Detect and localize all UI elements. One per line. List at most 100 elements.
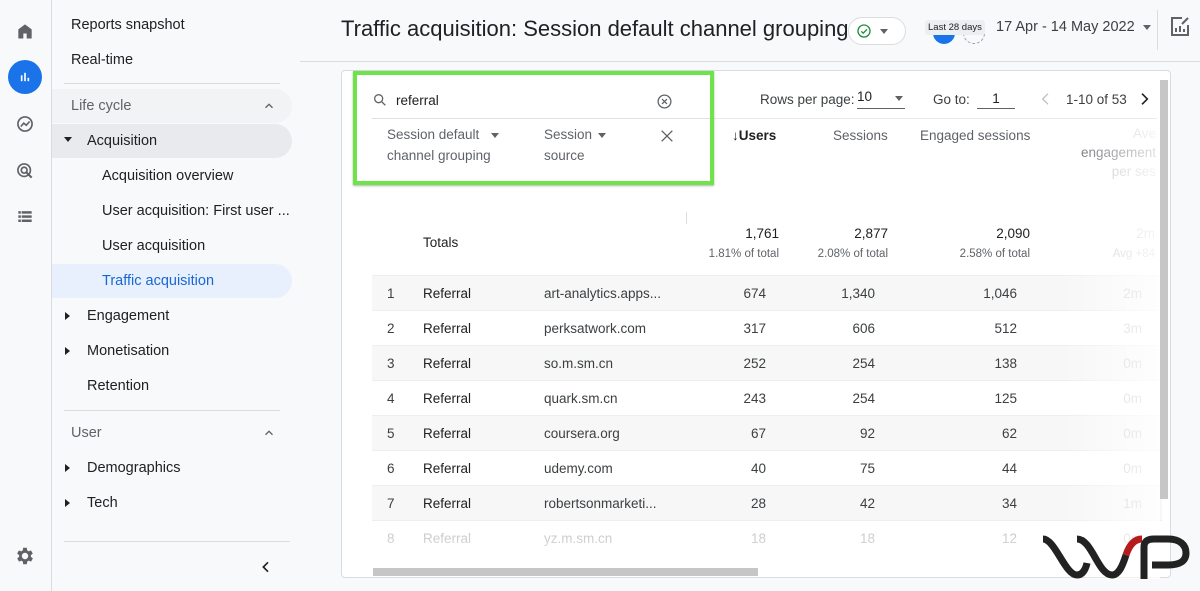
horizontal-scrollbar[interactable]: [373, 568, 758, 576]
label: User acquisition: [102, 238, 206, 254]
label: Users: [738, 128, 777, 143]
explore-icon[interactable]: [8, 107, 42, 141]
cell-users: 40: [750, 461, 766, 476]
label: Sessions: [833, 128, 888, 143]
chevron-up-icon: [265, 103, 273, 109]
cell-source: udemy.com: [544, 461, 613, 476]
table-row[interactable]: 6 Referral udemy.com 40 75 44 0m: [372, 450, 1162, 485]
sidebar-item-acquisition[interactable]: Acquisition: [52, 124, 292, 158]
next-page-icon[interactable]: [1136, 90, 1152, 108]
configure-icon[interactable]: [8, 200, 42, 234]
row-index: 1: [387, 286, 395, 301]
row-index: 8: [387, 531, 395, 546]
rows-per-page-select[interactable]: 10: [857, 89, 905, 109]
section-life-cycle[interactable]: Life cycle: [52, 89, 292, 123]
dropdown-caret-icon: [880, 28, 888, 34]
section-user[interactable]: User: [52, 416, 292, 450]
sidebar-item-retention[interactable]: Retention: [52, 369, 292, 403]
gear-icon[interactable]: [14, 545, 36, 567]
cell-channel: Referral: [423, 496, 472, 511]
totals-users: 1,761: [745, 226, 779, 241]
cell-sessions: 254: [852, 391, 875, 406]
cell-avg-engagement: 3m: [1123, 321, 1142, 336]
cell-channel: Referral: [423, 426, 472, 441]
cell-engaged: 62: [1001, 426, 1017, 441]
cell-avg-engagement: 0m: [1123, 426, 1142, 441]
cell-sessions: 75: [859, 461, 875, 476]
divider: [64, 410, 280, 411]
clear-search-icon[interactable]: [656, 93, 673, 110]
cell-users: 674: [743, 286, 766, 301]
sidebar-item-reports-snapshot[interactable]: Reports snapshot: [52, 8, 292, 42]
table-row[interactable]: 1 Referral art-analytics.apps... 674 1,340 1,…: [372, 275, 1162, 310]
caret-down-icon: [64, 137, 72, 142]
dimension-header-channel-grouping[interactable]: Session default channel grouping: [387, 124, 500, 166]
dimension-header-session-source[interactable]: Session source: [544, 124, 607, 166]
sidebar-item-engagement[interactable]: Engagement: [52, 299, 292, 333]
sidebar-item-monetisation[interactable]: Monetisation: [52, 334, 292, 368]
cell-source: robertsonmarketi...: [544, 496, 657, 511]
cell-engaged: 512: [994, 321, 1017, 336]
divider: [64, 83, 280, 84]
label: Engaged sessions: [920, 128, 1031, 143]
reports-icon[interactable]: [8, 60, 42, 94]
previous-page-icon[interactable]: [1038, 90, 1054, 108]
sidebar-item-demographics[interactable]: Demographics: [52, 451, 292, 485]
cell-source: yz.m.sm.cn: [544, 531, 613, 546]
column-header-engaged-sessions[interactable]: Engaged sessions: [920, 128, 1030, 143]
cell-sessions: 92: [859, 426, 875, 441]
cell-sessions: 254: [852, 356, 875, 371]
wp-logo-icon: [1041, 535, 1190, 579]
sidebar-item-traffic-acquisition[interactable]: Traffic acquisition: [52, 264, 292, 298]
label: Acquisition overview: [102, 168, 234, 184]
divider: [712, 118, 1157, 119]
label: Traffic acquisition: [102, 273, 215, 289]
label: per ses: [1111, 164, 1156, 179]
goto-page-input[interactable]: [977, 89, 1015, 109]
cell-channel: Referral: [423, 391, 472, 406]
report-status-button[interactable]: [848, 17, 906, 45]
date-range-picker[interactable]: 17 Apr - 14 May 2022: [996, 19, 1151, 35]
table-row[interactable]: 4 Referral quark.sm.cn 243 254 125 0m: [372, 380, 1162, 415]
cell-engaged: 138: [994, 356, 1017, 371]
label: Session: [544, 127, 593, 142]
cell-source: art-analytics.apps...: [544, 286, 662, 301]
label: Ave: [1132, 126, 1156, 141]
search-icon: [374, 94, 386, 106]
sidebar-nav: Reports snapshot Real-time Life cycle Ac…: [52, 0, 300, 591]
label: engagement: [1080, 145, 1156, 160]
vertical-scrollbar[interactable]: [1160, 80, 1168, 499]
table-row[interactable]: 3 Referral so.m.sm.cn 252 254 138 0m: [372, 345, 1162, 380]
sidebar-item-tech[interactable]: Tech: [52, 486, 292, 520]
customize-report-icon[interactable]: [1168, 15, 1192, 39]
table-row[interactable]: 7 Referral robertsonmarketi... 28 42 34 1m: [372, 485, 1162, 520]
label: Monetisation: [87, 343, 170, 359]
row-index: 7: [387, 496, 395, 511]
label: Acquisition: [87, 133, 158, 149]
collapse-sidebar-icon[interactable]: [258, 558, 274, 576]
table-row[interactable]: 2 Referral perksatwork.com 317 606 512 3m: [372, 310, 1162, 345]
row-index: 4: [387, 391, 395, 406]
label: channel grouping: [387, 148, 491, 163]
remove-dimension-icon[interactable]: [659, 128, 675, 144]
column-header-sessions[interactable]: Sessions: [833, 128, 888, 143]
home-icon[interactable]: [8, 14, 42, 48]
sidebar-item-acquisition-overview[interactable]: Acquisition overview: [52, 159, 292, 193]
label: Tech: [87, 495, 118, 511]
table-row[interactable]: 5 Referral coursera.org 67 92 62 0m: [372, 415, 1162, 450]
cell-engaged: 1,046: [983, 286, 1017, 301]
caret-right-icon: [65, 499, 70, 507]
sidebar-item-user-acquisition-first-user[interactable]: User acquisition: First user ...: [52, 194, 292, 228]
advertising-icon[interactable]: [8, 154, 42, 188]
sidebar-item-realtime[interactable]: Real-time: [52, 43, 292, 77]
goto-label: Go to:: [933, 92, 970, 107]
caret-right-icon: [65, 312, 70, 320]
cell-users: 252: [743, 356, 766, 371]
dropdown-caret-icon: [1142, 24, 1151, 30]
column-header-users[interactable]: ↓Users: [732, 128, 776, 143]
sidebar-item-user-acquisition[interactable]: User acquisition: [52, 229, 292, 263]
search-input[interactable]: [396, 89, 646, 111]
column-header-avg-engagement[interactable]: Ave engagement per ses: [1060, 124, 1156, 181]
label: Life cycle: [71, 98, 132, 114]
check-circle-icon: [857, 24, 871, 38]
